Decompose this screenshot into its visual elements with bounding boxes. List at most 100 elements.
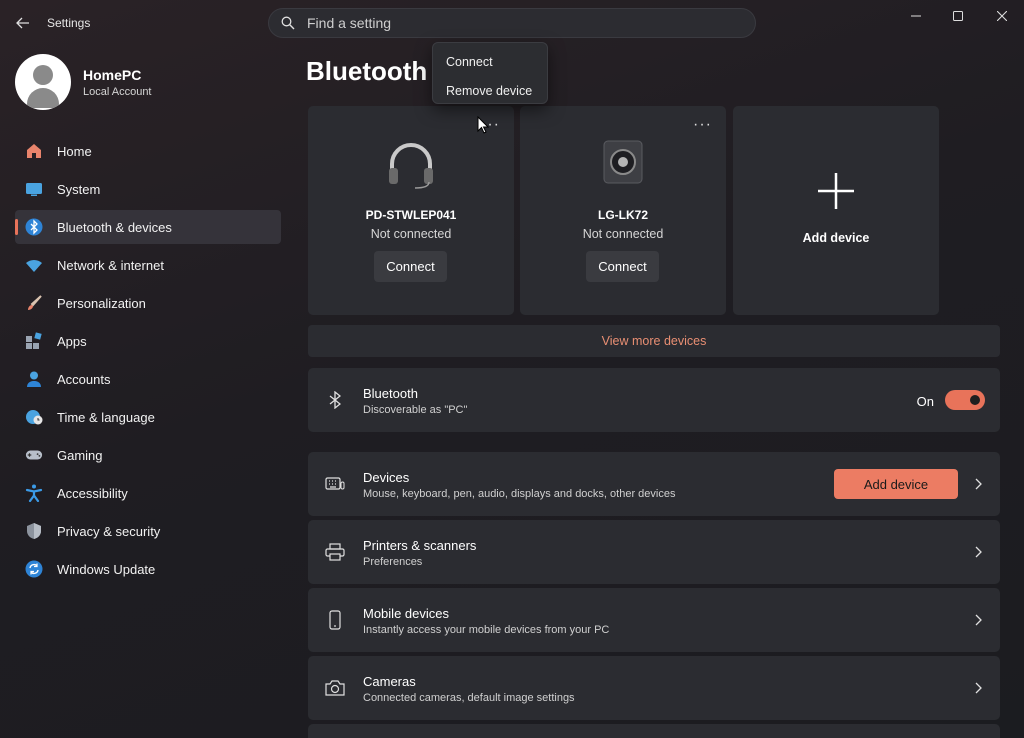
sidebar-nav: Home System Bluetooth & devices Network … — [15, 134, 281, 590]
device-status: Not connected — [582, 227, 664, 241]
sidebar-item-label: Home — [57, 143, 92, 159]
toggle-state-label: On — [916, 394, 934, 409]
sidebar-item-network[interactable]: Network & internet — [15, 248, 281, 282]
sidebar-item-label: Personalization — [57, 295, 146, 311]
camera-icon — [324, 677, 346, 699]
search-icon — [281, 15, 297, 31]
row-title: Printers & scanners — [363, 538, 477, 553]
row-subtitle: Discoverable as "PC" — [363, 404, 468, 416]
user-profile[interactable]: HomePC Local Account — [15, 54, 152, 110]
sidebar-item-time-language[interactable]: Time & language — [15, 400, 281, 434]
close-button[interactable] — [982, 4, 1022, 28]
plus-icon — [733, 172, 939, 210]
connect-button[interactable]: Connect — [586, 251, 659, 282]
row-subtitle: Mouse, keyboard, pen, audio, displays an… — [363, 488, 676, 500]
back-button[interactable] — [12, 12, 34, 34]
sidebar-item-label: Windows Update — [57, 561, 156, 577]
sidebar-item-accessibility[interactable]: Accessibility — [15, 476, 281, 510]
back-arrow-icon — [16, 17, 29, 29]
close-icon — [997, 11, 1007, 21]
mobile-devices-row[interactable]: Mobile devices Instantly access your mob… — [308, 588, 1000, 652]
bluetooth-icon — [324, 389, 346, 411]
devices-row[interactable]: Devices Mouse, keyboard, pen, audio, dis… — [308, 452, 1000, 516]
speaker-icon — [520, 140, 726, 190]
row-subtitle: Instantly access your mobile devices fro… — [363, 624, 610, 636]
search-input[interactable] — [307, 15, 727, 31]
sidebar-item-personalization[interactable]: Personalization — [15, 286, 281, 320]
sidebar-item-label: Network & internet — [57, 257, 164, 273]
bluetooth-toggle[interactable] — [945, 390, 985, 410]
minimize-button[interactable] — [896, 4, 936, 28]
maximize-icon — [953, 11, 963, 21]
keyboard-icon — [324, 473, 346, 495]
sidebar-item-label: Gaming — [57, 447, 103, 463]
maximize-button[interactable] — [938, 4, 978, 28]
sidebar-item-label: Accessibility — [57, 485, 128, 501]
app-title: Settings — [47, 16, 91, 30]
chevron-right-icon — [972, 681, 984, 695]
next-settings-row[interactable] — [308, 724, 1000, 738]
chevron-right-icon — [972, 477, 984, 491]
shield-icon — [25, 522, 43, 540]
sidebar-item-home[interactable]: Home — [15, 134, 281, 168]
profile-account-type: Local Account — [83, 85, 152, 98]
context-menu: Connect Remove device — [432, 42, 548, 104]
wifi-icon — [25, 256, 43, 274]
row-title: Bluetooth — [363, 386, 418, 401]
sidebar-item-bluetooth-devices[interactable]: Bluetooth & devices — [15, 210, 281, 244]
globe-clock-icon — [25, 408, 43, 426]
row-title: Devices — [363, 470, 410, 485]
row-subtitle: Connected cameras, default image setting… — [363, 692, 575, 704]
cameras-row[interactable]: Cameras Connected cameras, default image… — [308, 656, 1000, 720]
sidebar-item-label: Accounts — [57, 371, 111, 387]
row-title: Mobile devices — [363, 606, 449, 621]
brush-icon — [25, 294, 43, 312]
title-bar: Settings — [0, 0, 1024, 46]
profile-name: HomePC — [83, 66, 142, 83]
row-subtitle: Preferences — [363, 556, 423, 568]
sidebar-item-windows-update[interactable]: Windows Update — [15, 552, 281, 586]
sidebar-item-label: Time & language — [57, 409, 155, 425]
add-device-label: Add device — [802, 231, 870, 245]
phone-icon — [324, 609, 346, 631]
sidebar-item-system[interactable]: System — [15, 172, 281, 206]
system-icon — [25, 180, 43, 198]
more-options-button[interactable]: ··· — [693, 116, 712, 134]
sidebar-item-label: Bluetooth & devices — [57, 219, 172, 235]
apps-icon — [25, 332, 43, 350]
sidebar-item-privacy-security[interactable]: Privacy & security — [15, 514, 281, 548]
add-device-card[interactable]: Add device — [733, 106, 939, 315]
device-name: PD-STWLEP041 — [365, 208, 457, 222]
connect-button[interactable]: Connect — [374, 251, 447, 282]
chevron-right-icon — [972, 545, 984, 559]
sidebar-item-label: Privacy & security — [57, 523, 161, 539]
sidebar-item-label: Apps — [57, 333, 87, 349]
gamepad-icon — [25, 446, 43, 464]
accessibility-icon — [25, 484, 43, 502]
page-title: Bluetooth — [306, 56, 428, 86]
menu-item-remove-device[interactable]: Remove device — [433, 76, 547, 105]
view-more-devices-link[interactable]: View more devices — [308, 325, 1000, 357]
sidebar-item-accounts[interactable]: Accounts — [15, 362, 281, 396]
add-device-button[interactable]: Add device — [834, 469, 958, 499]
device-card: ··· PD-STWLEP041 Not connected Connect — [308, 106, 514, 315]
bluetooth-icon — [25, 218, 43, 236]
minimize-icon — [911, 15, 921, 17]
mouse-cursor-icon — [477, 115, 490, 137]
sidebar-item-gaming[interactable]: Gaming — [15, 438, 281, 472]
device-card: ··· LG-LK72 Not connected Connect — [520, 106, 726, 315]
avatar — [15, 54, 71, 110]
bluetooth-toggle-row: Bluetooth Discoverable as "PC" On — [308, 368, 1000, 432]
printers-scanners-row[interactable]: Printers & scanners Preferences — [308, 520, 1000, 584]
sidebar-item-apps[interactable]: Apps — [15, 324, 281, 358]
menu-item-connect[interactable]: Connect — [433, 47, 547, 76]
search-box[interactable] — [268, 8, 756, 38]
printer-icon — [324, 541, 346, 563]
accounts-icon — [25, 370, 43, 388]
device-name: LG-LK72 — [597, 208, 648, 222]
headphones-icon — [308, 140, 514, 190]
update-icon — [25, 560, 43, 578]
home-icon — [25, 142, 43, 160]
device-status: Not connected — [370, 227, 452, 241]
sidebar-item-label: System — [57, 181, 101, 197]
